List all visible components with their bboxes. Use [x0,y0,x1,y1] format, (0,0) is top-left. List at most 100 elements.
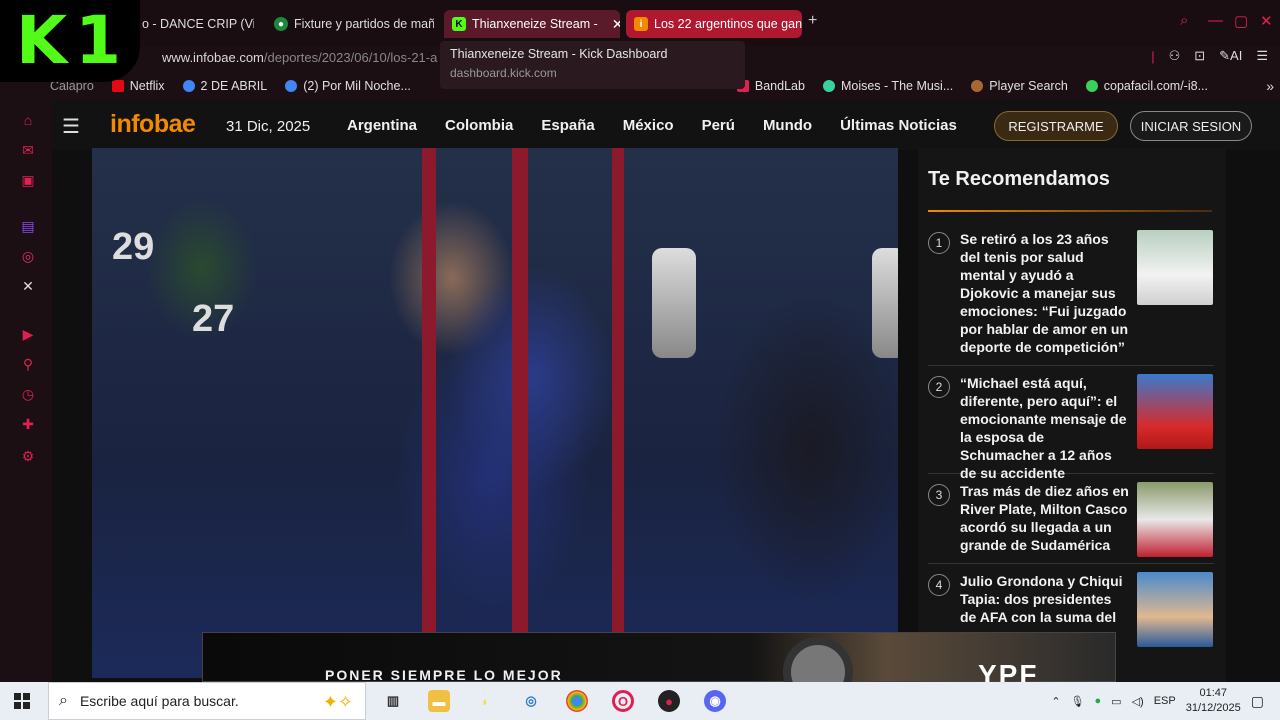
microphone-icon[interactable]: 🎙 [1071,695,1085,708]
bookmark-player-search[interactable]: Player Search [971,79,1068,93]
camera-lens [652,248,696,358]
nav-link-espana[interactable]: España [541,117,594,134]
task-view-icon[interactable]: ▥ [382,690,404,712]
bookmark-label: copafacil.com/-i8... [1103,79,1208,93]
status-icon[interactable]: ● [1095,695,1102,707]
instagram-icon[interactable]: ◎ [20,248,36,264]
tab-strip: o - DANCE CRIP (Vid ● Fixture y partidos… [0,0,1280,46]
jersey-number: 29 [112,226,155,268]
nav-link-colombia[interactable]: Colombia [445,117,513,134]
login-button[interactable]: INICIAR SESION [1130,111,1252,141]
site-logo[interactable]: infobae [110,110,196,139]
ad-banner[interactable]: PONER SIEMPRE LO MEJOR YPF [202,632,1116,682]
windows-taskbar: ⌕ Escribe aquí para buscar. ✦✧ ▥ ▬ ◗ ◎ O… [0,682,1280,720]
taskbar-search[interactable]: ⌕ Escribe aquí para buscar. ✦✧ [48,682,366,720]
register-button[interactable]: REGISTRARME [994,111,1118,141]
network-icon[interactable]: ▭ [1111,695,1121,708]
recommendation-item[interactable]: 3 Tras más de diez años en River Plate, … [928,482,1214,564]
nav-link-peru[interactable]: Perú [702,117,735,134]
recommendation-item[interactable]: 1 Se retiró a los 23 años del tenis por … [928,230,1214,366]
chevron-up-icon[interactable]: ⌃ [1051,695,1060,708]
close-window-icon[interactable]: ✕ [1260,12,1273,30]
history-icon[interactable]: ◷ [20,386,36,402]
pin-icon[interactable]: ⚲ [20,356,36,372]
play-icon[interactable]: ▶ [20,326,36,342]
clock[interactable]: 01:47 31/12/2025 [1186,686,1241,716]
tab-infobae[interactable]: i Los 22 argentinos que gan [626,10,802,38]
obs-icon[interactable]: ● [658,690,680,712]
clock-time: 01:47 [1199,687,1227,699]
twitch-icon[interactable]: ▤ [20,218,36,234]
windows-start-icon[interactable] [14,693,30,709]
recommendation-item[interactable]: 2 “Michael está aquí, diferente, pero aq… [928,374,1214,481]
bookmark-2-de-abril[interactable]: 2 DE ABRIL [182,79,267,93]
chrome-icon[interactable] [566,690,588,712]
bookmark-moises[interactable]: Moises - The Musi... [822,79,954,93]
toolbar-right: | ⚇ ⊡ ✎AI ☰ [1151,48,1268,64]
chat-icon[interactable]: ✉ [20,142,36,158]
rec-headline[interactable]: Se retiró a los 23 años del tenis por sa… [960,230,1130,356]
settings-icon[interactable]: ⚙ [20,448,36,464]
bookmark-icon[interactable]: ⊡ [1194,48,1205,64]
new-tab-button[interactable]: + [808,12,817,30]
extensions-icon[interactable]: ✚ [20,416,36,432]
divider-icon: | [1151,48,1155,64]
url-text[interactable]: www.infobae.com/deportes/2023/06/10/los-… [162,50,437,65]
url-path: /deportes/2023/06/10/los-21-a [263,49,438,65]
opera-gx-icon[interactable]: O [612,690,634,712]
discord-icon[interactable]: ◉ [704,690,726,712]
bookmark-bandlab[interactable]: BandLab [736,79,805,93]
app-icon[interactable]: ◗ [474,690,496,712]
google-icon [182,80,195,92]
shop-icon[interactable]: ⌂ [20,112,36,128]
search-icon: ⌕ [59,692,68,709]
rec-thumbnail[interactable] [1137,482,1213,557]
rec-number: 4 [928,574,950,596]
tab-dance-crip[interactable]: o - DANCE CRIP (Vid [134,10,254,38]
bookmark-netflix[interactable]: Netflix [111,79,165,93]
search-tabs-icon[interactable]: ⌕ [1180,12,1188,29]
rec-number: 2 [928,376,950,398]
k1-logo: K1 [0,0,140,82]
language-indicator[interactable]: ESP [1154,695,1176,707]
tab-kick-stream[interactable]: K Thianxeneize Stream - ✕ [444,10,620,38]
rec-headline[interactable]: Julio Grondona y Chiqui Tapia: dos presi… [960,572,1130,626]
music-icon[interactable]: ▣ [20,172,36,188]
nav-link-mundo[interactable]: Mundo [763,117,812,134]
profile-icon[interactable]: ⚇ [1169,48,1181,64]
bookmark-label: Player Search [989,79,1068,93]
bookmark-por-mil-noches[interactable]: (2) Por Mil Noche... [285,79,411,93]
rec-thumbnail[interactable] [1137,374,1213,449]
bookmark-label: Moises - The Musi... [840,79,954,93]
ai-button[interactable]: ✎AI [1219,48,1242,64]
site-header: ☰ infobae 31 Dic, 2025 Argentina Colombi… [52,100,1280,150]
close-tab-icon[interactable]: ✕ [612,16,620,33]
nav-link-argentina[interactable]: Argentina [347,117,417,134]
rec-thumbnail[interactable] [1137,230,1213,305]
tire-image [783,637,853,682]
x-icon[interactable]: ✕ [20,278,36,294]
rec-thumbnail[interactable] [1137,572,1213,647]
notifications-icon[interactable]: ▢ [1251,693,1264,710]
article-hero-image: 29 27 ⌄ [92,148,898,678]
player-search-icon [971,80,984,92]
jersey-number: 27 [192,298,235,340]
maximize-icon[interactable]: ▢ [1234,12,1248,30]
menu-search-icon[interactable]: ☰ [62,114,80,139]
minimize-icon[interactable]: — [1208,12,1223,29]
volume-icon[interactable]: ◁) [1132,695,1144,708]
webpage: ☰ infobae 31 Dic, 2025 Argentina Colombi… [52,100,1280,682]
rec-headline[interactable]: “Michael está aquí, diferente, pero aquí… [960,374,1130,482]
tab-label: Los 22 argentinos que gan [654,17,802,31]
menu-icon[interactable]: ☰ [1256,48,1268,64]
rec-headline[interactable]: Tras más de diez años en River Plate, Mi… [960,482,1130,554]
file-explorer-icon[interactable]: ▬ [428,690,450,712]
nav-link-mexico[interactable]: México [623,117,674,134]
recommendations-divider [928,210,1212,212]
tab-fixture[interactable]: ● Fixture y partidos de mañ [266,10,434,38]
browser-app-icon[interactable]: ◎ [520,690,542,712]
bookmark-copafacil[interactable]: copafacil.com/-i8... [1085,79,1208,93]
nav-link-ultimas-noticias[interactable]: Últimas Noticias [840,117,957,134]
bookmarks-more-icon[interactable]: » [1266,78,1274,94]
tab-label: Thianxeneize Stream - [472,17,598,31]
